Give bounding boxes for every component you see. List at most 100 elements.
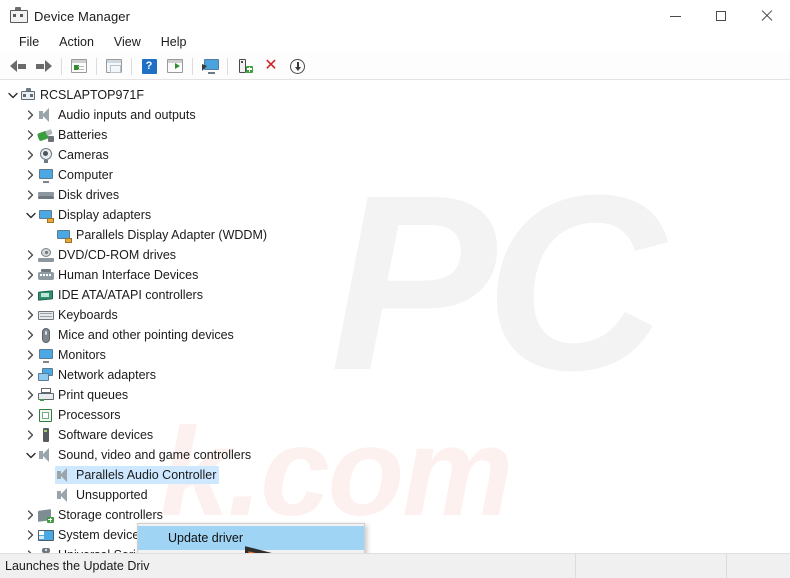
tree-item[interactable]: Monitors: [0, 345, 790, 365]
help-icon: ?: [141, 58, 157, 74]
tree-item-label: Software devices: [58, 428, 154, 442]
chevron-right-icon[interactable]: [24, 410, 37, 420]
chevron-right-icon[interactable]: [24, 270, 37, 280]
chevron-right-icon[interactable]: [24, 110, 37, 120]
maximize-icon: [716, 11, 726, 21]
tree-item[interactable]: Human Interface Devices: [0, 265, 790, 285]
add-legacy-hardware-button[interactable]: [232, 54, 258, 78]
uninstall-device-button[interactable]: ✕: [258, 54, 284, 78]
menu-help[interactable]: Help: [151, 33, 197, 52]
show-hidden-button[interactable]: [162, 54, 188, 78]
add-device-icon: [238, 58, 253, 74]
red-x-icon: ✕: [264, 57, 278, 74]
help-button[interactable]: ?: [136, 54, 162, 78]
context-menu-item[interactable]: Update driver: [138, 526, 364, 550]
close-button[interactable]: [744, 0, 790, 32]
chevron-right-icon[interactable]: [24, 390, 37, 400]
context-menu[interactable]: Update driverDisable deviceUninstall dev…: [137, 523, 365, 553]
chevron-right-icon[interactable]: [24, 290, 37, 300]
computer-node-icon: [19, 87, 36, 103]
tree-item[interactable]: Audio inputs and outputs: [0, 105, 790, 125]
tree-item[interactable]: Parallels Audio Controller: [0, 465, 790, 485]
window-controls: [652, 0, 790, 32]
dvd-drive-icon: [37, 247, 54, 263]
chevron-right-icon[interactable]: [24, 190, 37, 200]
tree-item[interactable]: Computer: [0, 165, 790, 185]
tree-item-label: Mice and other pointing devices: [58, 328, 234, 342]
chevron-right-icon[interactable]: [24, 510, 37, 520]
tree-item-label: Storage controllers: [58, 508, 163, 522]
tree-item[interactable]: Print queues: [0, 385, 790, 405]
tree-item[interactable]: Display adapters: [0, 205, 790, 225]
chevron-down-icon[interactable]: [6, 92, 19, 99]
keyboard-icon: [37, 308, 54, 323]
tree-item[interactable]: Universal Serial Bus controllers: [0, 545, 790, 553]
hid-icon: [37, 268, 54, 283]
chevron-right-icon[interactable]: [24, 530, 37, 540]
scan-hardware-button[interactable]: [197, 54, 223, 78]
properties-button[interactable]: [66, 54, 92, 78]
tree-root-node[interactable]: RCSLAPTOP971F: [0, 85, 790, 105]
display-adapter-icon: [55, 228, 72, 243]
tree-item[interactable]: Cameras: [0, 145, 790, 165]
tree-item-label: Keyboards: [58, 308, 118, 322]
tree-item-label: Print queues: [58, 388, 129, 402]
menu-file[interactable]: File: [9, 33, 49, 52]
chevron-right-icon[interactable]: [24, 370, 37, 380]
tree-item-label: Monitors: [58, 348, 106, 362]
chevron-down-icon[interactable]: [24, 452, 37, 459]
tree-item[interactable]: Disk drives: [0, 185, 790, 205]
back-button[interactable]: [5, 54, 31, 78]
chevron-right-icon[interactable]: [24, 150, 37, 160]
toolbar-separator: [227, 57, 228, 75]
ide-controller-icon: [37, 288, 54, 303]
tree-item-label: Processors: [58, 408, 121, 422]
chevron-right-icon[interactable]: [24, 250, 37, 260]
maximize-button[interactable]: [698, 0, 744, 32]
device-tree[interactable]: RCSLAPTOP971F Audio inputs and outputs Bat…: [0, 80, 790, 553]
tree-item[interactable]: Processors: [0, 405, 790, 425]
speaker-icon: [55, 467, 72, 483]
context-menu-item[interactable]: Disable device: [138, 550, 364, 553]
monitor-cursor-icon: [201, 58, 219, 74]
battery-icon: [36, 128, 54, 143]
chevron-down-icon[interactable]: [24, 212, 37, 219]
tree-item[interactable]: Batteries: [0, 125, 790, 145]
chevron-right-icon[interactable]: [24, 170, 37, 180]
tree-item[interactable]: Parallels Display Adapter (WDDM): [0, 225, 790, 245]
tree-item[interactable]: Software devices: [0, 425, 790, 445]
tree-item[interactable]: Unsupported: [0, 485, 790, 505]
title-bar: Device Manager: [0, 0, 790, 32]
tree-item[interactable]: Keyboards: [0, 305, 790, 325]
chevron-right-icon[interactable]: [24, 350, 37, 360]
tree-item[interactable]: Storage controllers: [0, 505, 790, 525]
tree-item[interactable]: Mice and other pointing devices: [0, 325, 790, 345]
tree-item[interactable]: DVD/CD-ROM drives: [0, 245, 790, 265]
tree-item[interactable]: Network adapters: [0, 365, 790, 385]
update-driver-button[interactable]: [101, 54, 127, 78]
device-tree-panel: PC k.com RCSLAPTOP971F Audio inputs and o…: [0, 80, 790, 553]
forward-button[interactable]: [31, 54, 57, 78]
speaker-icon: [37, 447, 54, 463]
status-cell-2: [576, 554, 727, 578]
tree-item-label: Human Interface Devices: [58, 268, 199, 282]
menu-view[interactable]: View: [104, 33, 151, 52]
tree-item[interactable]: IDE ATA/ATAPI controllers: [0, 285, 790, 305]
tree-item-label: Sound, video and game controllers: [58, 448, 252, 462]
tree-item[interactable]: System devices: [0, 525, 790, 545]
update-driver-download-button[interactable]: [284, 54, 310, 78]
software-device-icon: [37, 427, 54, 443]
close-icon: [761, 10, 773, 22]
camera-icon: [37, 147, 54, 163]
chevron-right-icon[interactable]: [24, 130, 37, 140]
menu-action[interactable]: Action: [49, 33, 104, 52]
tree-item-label: Batteries: [58, 128, 108, 142]
chevron-right-icon[interactable]: [24, 330, 37, 340]
chevron-right-icon[interactable]: [24, 310, 37, 320]
monitor-icon: [37, 168, 54, 183]
chevron-right-icon[interactable]: [24, 430, 37, 440]
minimize-button[interactable]: [652, 0, 698, 32]
device-manager-window: Device Manager File Action View Help ? ✕…: [0, 0, 790, 578]
network-adapter-icon: [37, 367, 54, 383]
tree-item[interactable]: Sound, video and game controllers: [0, 445, 790, 465]
